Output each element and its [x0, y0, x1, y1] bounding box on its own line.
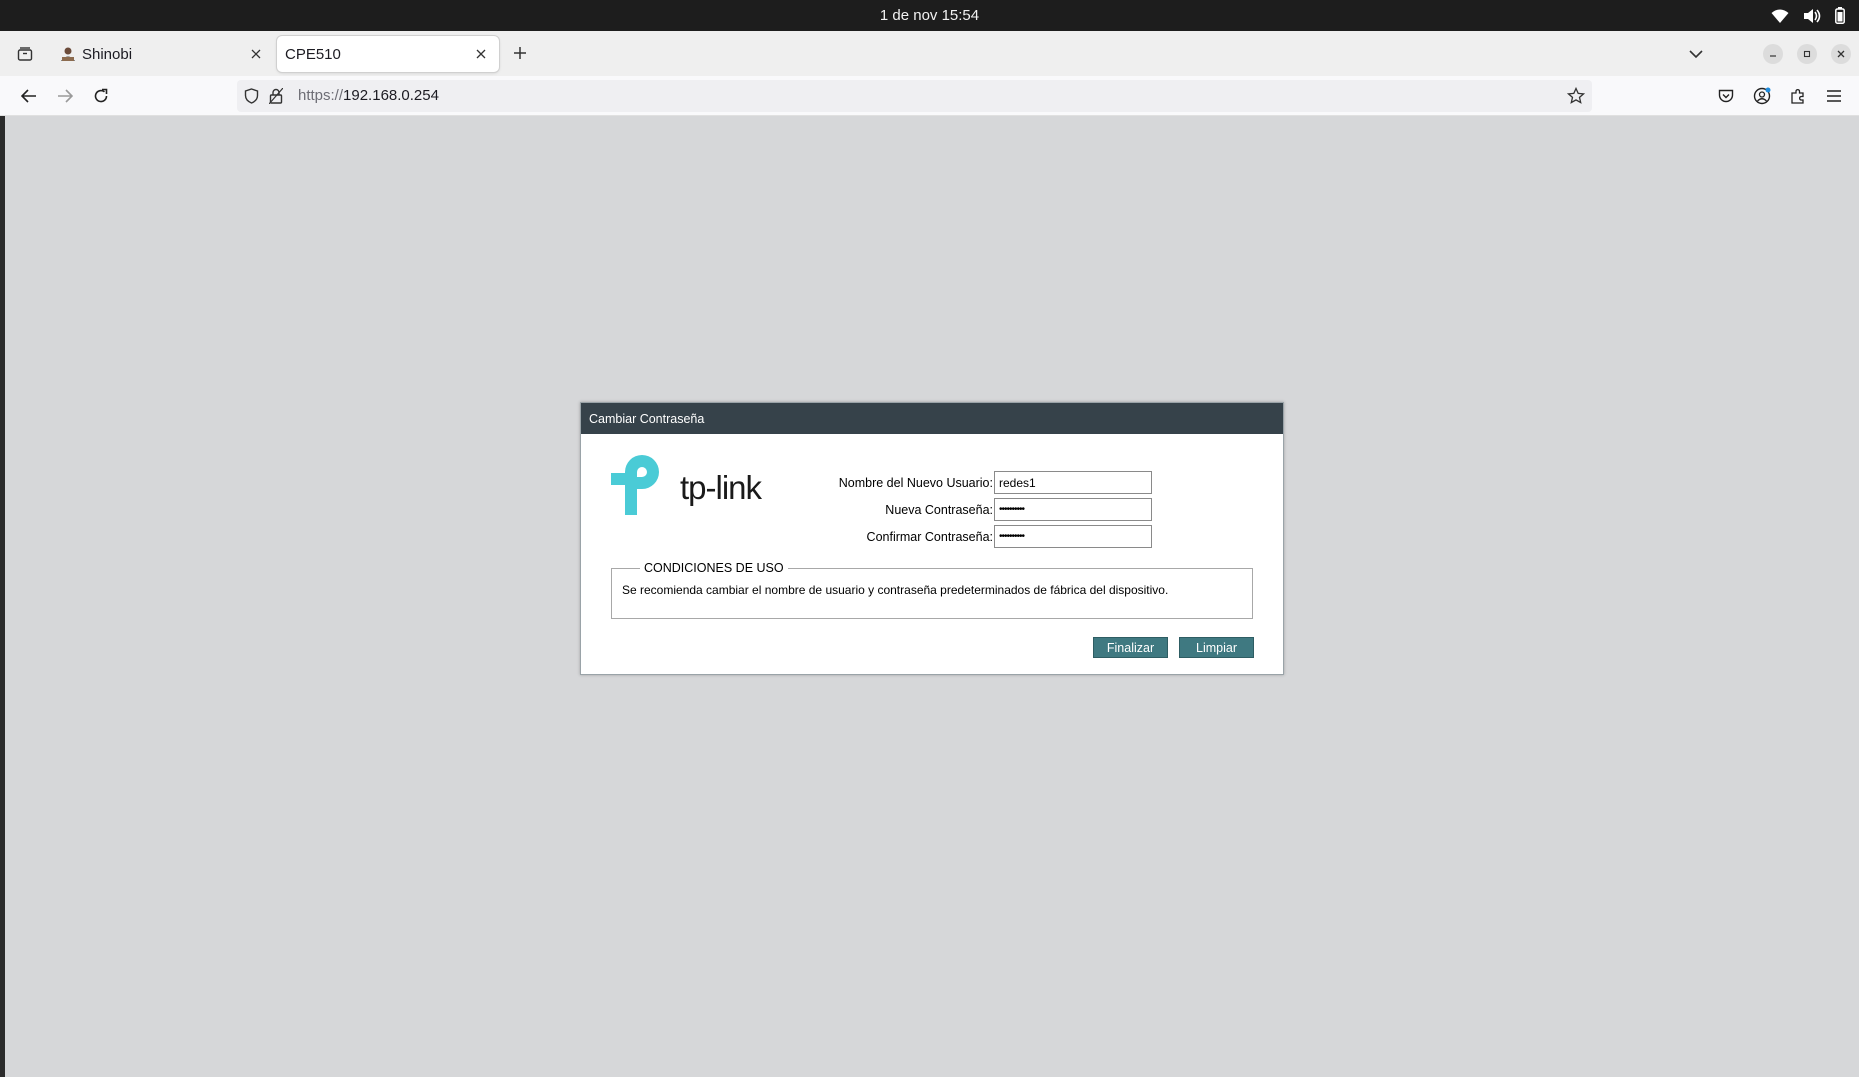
username-label: Nombre del Nuevo Usuario:	[838, 476, 993, 490]
terms-legend: CONDICIONES DE USO	[640, 561, 788, 575]
reload-button[interactable]	[89, 84, 113, 108]
new-password-row: Nueva Contraseña: ••••••••••	[581, 498, 1285, 522]
browser-nav-bar: https://192.168.0.254	[0, 76, 1859, 116]
username-row: Nombre del Nuevo Usuario: redes1	[581, 471, 1285, 495]
system-clock[interactable]: 1 de nov 15:54	[0, 7, 1859, 24]
new-password-input[interactable]: ••••••••••	[994, 498, 1152, 521]
wifi-icon[interactable]	[1771, 8, 1789, 24]
new-password-label: Nueva Contraseña:	[885, 503, 993, 517]
window-left-edge	[0, 116, 5, 1077]
tab-cpe510[interactable]: CPE510	[277, 36, 499, 72]
extensions-puzzle-icon[interactable]	[1786, 84, 1810, 108]
bookmark-star-icon[interactable]	[1567, 87, 1585, 105]
close-window-button[interactable]	[1831, 44, 1851, 64]
back-button[interactable]	[17, 84, 41, 108]
tab-shinobi[interactable]: Shinobi	[49, 36, 274, 72]
username-input[interactable]: redes1	[994, 471, 1152, 494]
menu-hamburger-icon[interactable]	[1822, 84, 1846, 108]
shinobi-favicon-icon	[61, 47, 75, 61]
terms-text: Se recomienda cambiar el nombre de usuar…	[622, 583, 1169, 597]
change-password-dialog: Cambiar Contraseña tp-link Nombre del Nu…	[580, 402, 1284, 675]
tab-label: CPE510	[285, 45, 341, 63]
dialog-title: Cambiar Contraseña	[581, 403, 1283, 434]
volume-icon[interactable]	[1803, 8, 1821, 24]
close-tab-icon[interactable]	[471, 44, 491, 64]
tab-list-icon[interactable]	[12, 43, 38, 65]
new-tab-button[interactable]	[509, 42, 531, 64]
lock-icon[interactable]	[269, 88, 283, 104]
confirm-password-row: Confirmar Contraseña: ••••••••••	[581, 525, 1285, 549]
url-text[interactable]: https://192.168.0.254	[298, 87, 439, 104]
browser-tab-bar: Shinobi CPE510	[0, 31, 1859, 76]
account-icon[interactable]	[1750, 84, 1774, 108]
tab-label: Shinobi	[82, 45, 133, 63]
system-top-bar: 1 de nov 15:54	[0, 0, 1859, 31]
confirm-password-input[interactable]: ••••••••••	[994, 525, 1152, 548]
pocket-icon[interactable]	[1714, 84, 1738, 108]
confirm-password-label: Confirmar Contraseña:	[866, 530, 993, 544]
tracking-protection-shield-icon[interactable]	[244, 88, 259, 104]
terms-of-use-box: CONDICIONES DE USO Se recomienda cambiar…	[611, 561, 1253, 619]
restore-window-button[interactable]	[1797, 44, 1817, 64]
address-bar[interactable]: https://192.168.0.254	[237, 80, 1592, 112]
system-tray[interactable]	[1771, 7, 1845, 24]
list-all-tabs-chevron-icon[interactable]	[1684, 42, 1708, 66]
forward-button[interactable]	[53, 84, 77, 108]
close-tab-icon[interactable]	[246, 44, 266, 64]
minimize-window-button[interactable]	[1763, 44, 1783, 64]
finish-button[interactable]: Finalizar	[1093, 637, 1168, 658]
clear-button[interactable]: Limpiar	[1179, 637, 1254, 658]
battery-icon[interactable]	[1835, 7, 1845, 24]
